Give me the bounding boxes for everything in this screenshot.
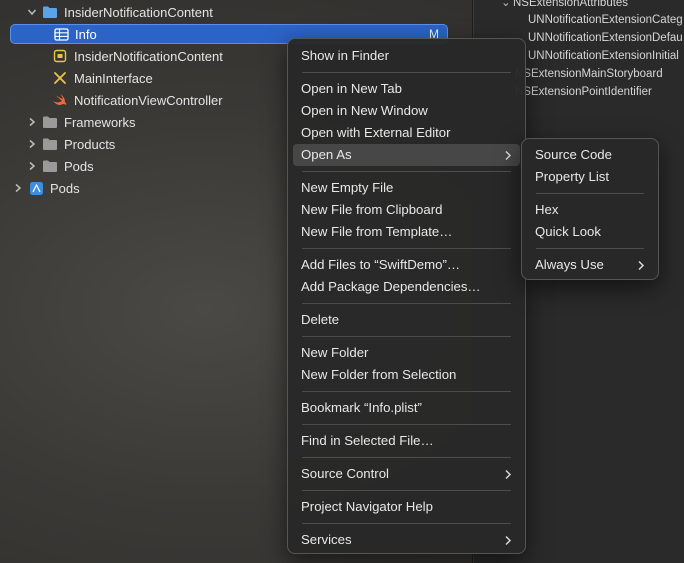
menu-separator xyxy=(302,171,511,172)
tree-label: MainInterface xyxy=(74,70,153,86)
chevron-down-icon[interactable] xyxy=(26,7,38,17)
menu-item-label: Open As xyxy=(301,147,352,162)
menu-item-new-empty-file[interactable]: New Empty File xyxy=(293,177,520,199)
chevron-right-icon[interactable] xyxy=(26,161,38,171)
plist-table-icon xyxy=(53,26,69,42)
menu-item-bookmark[interactable]: Bookmark “Info.plist” xyxy=(293,397,520,419)
menu-separator xyxy=(302,490,511,491)
open-as-submenu: Source Code Property List Hex Quick Look… xyxy=(521,138,659,280)
menu-item-project-navigator-help[interactable]: Project Navigator Help xyxy=(293,496,520,518)
tree-row-insidernotificationcontent-group[interactable]: InsiderNotificationContent xyxy=(26,2,213,22)
menu-item-source-control[interactable]: Source Control xyxy=(293,463,520,485)
menu-item-new-file-from-template[interactable]: New File from Template… xyxy=(293,221,520,243)
menu-item-add-package-dependencies[interactable]: Add Package Dependencies… xyxy=(293,276,520,298)
plist-key-row[interactable]: UNNotificationExtensionDefau xyxy=(528,29,683,47)
tree-label: InsiderNotificationContent xyxy=(64,4,213,20)
submenu-item-source-code[interactable]: Source Code xyxy=(527,144,653,166)
menu-separator xyxy=(536,248,644,249)
menu-item-new-folder[interactable]: New Folder xyxy=(293,342,520,364)
swift-icon xyxy=(52,92,68,108)
menu-separator xyxy=(536,193,644,194)
folder-icon xyxy=(42,158,58,174)
tree-label: Products xyxy=(64,136,116,152)
folder-icon xyxy=(42,4,58,20)
plist-key-row[interactable]: NSExtensionMainStoryboard xyxy=(513,65,663,83)
plist-key-row[interactable]: UNNotificationExtensionCateg xyxy=(528,11,683,29)
chevron-right-icon xyxy=(504,529,512,551)
chevron-right-icon[interactable] xyxy=(12,183,24,193)
chevron-right-icon[interactable] xyxy=(26,139,38,149)
context-menu: Show in Finder Open in New Tab Open in N… xyxy=(287,38,526,554)
plist-key-row[interactable]: NSExtensionPointIdentifier xyxy=(513,83,652,101)
storyboard-icon xyxy=(52,70,68,86)
menu-separator xyxy=(302,72,511,73)
tree-row-maininterface[interactable]: MainInterface xyxy=(52,68,153,88)
chevron-right-icon xyxy=(637,254,645,276)
menu-item-open-with-external-editor[interactable]: Open with External Editor xyxy=(293,122,520,144)
folder-icon xyxy=(42,136,58,152)
menu-item-open-in-new-window[interactable]: Open in New Window xyxy=(293,100,520,122)
folder-icon xyxy=(42,114,58,130)
submenu-item-always-use[interactable]: Always Use xyxy=(527,254,653,276)
menu-separator xyxy=(302,303,511,304)
menu-item-label: Source Control xyxy=(301,466,389,481)
tree-label: Frameworks xyxy=(64,114,136,130)
menu-item-new-file-from-clipboard[interactable]: New File from Clipboard xyxy=(293,199,520,221)
chevron-right-icon xyxy=(504,463,512,485)
menu-separator xyxy=(302,248,511,249)
tree-row-frameworks[interactable]: Frameworks xyxy=(26,112,136,132)
tree-label: Pods xyxy=(64,158,94,174)
menu-item-new-folder-from-selection[interactable]: New Folder from Selection xyxy=(293,364,520,386)
menu-item-find-in-selected-file[interactable]: Find in Selected File… xyxy=(293,430,520,452)
tree-label: InsiderNotificationContent xyxy=(74,48,223,64)
menu-item-show-in-finder[interactable]: Show in Finder xyxy=(293,45,520,67)
menu-item-label: Services xyxy=(301,532,352,547)
tree-label: Info xyxy=(75,26,97,42)
menu-separator xyxy=(302,391,511,392)
chevron-right-icon[interactable] xyxy=(26,117,38,127)
submenu-item-quick-look[interactable]: Quick Look xyxy=(527,221,653,243)
menu-item-open-as[interactable]: Open As xyxy=(293,144,520,166)
menu-separator xyxy=(302,424,511,425)
chevron-right-icon xyxy=(504,144,512,166)
menu-item-open-in-new-tab[interactable]: Open in New Tab xyxy=(293,78,520,100)
tree-row-products[interactable]: Products xyxy=(26,134,115,154)
submenu-item-property-list[interactable]: Property List xyxy=(527,166,653,188)
tree-label: Pods xyxy=(50,180,80,196)
plist-key-row[interactable]: UNNotificationExtensionInitial xyxy=(528,47,679,65)
tree-row-pods-project[interactable]: Pods xyxy=(12,178,80,198)
chevron-down-icon[interactable]: ⌄ xyxy=(501,0,513,12)
tree-row-pods-group[interactable]: Pods xyxy=(26,156,94,176)
menu-item-add-files[interactable]: Add Files to “SwiftDemo”… xyxy=(293,254,520,276)
menu-item-services[interactable]: Services xyxy=(293,529,520,551)
entitlements-icon xyxy=(52,48,68,64)
tree-row-entitlements[interactable]: InsiderNotificationContent xyxy=(52,46,223,66)
project-icon xyxy=(28,180,44,196)
menu-item-label: Always Use xyxy=(535,257,604,272)
submenu-item-hex[interactable]: Hex xyxy=(527,199,653,221)
menu-item-delete[interactable]: Delete xyxy=(293,309,520,331)
tree-row-notificationviewcontroller[interactable]: NotificationViewController xyxy=(52,90,223,110)
menu-separator xyxy=(302,523,511,524)
menu-separator xyxy=(302,457,511,458)
tree-label: NotificationViewController xyxy=(74,92,223,108)
menu-separator xyxy=(302,336,511,337)
